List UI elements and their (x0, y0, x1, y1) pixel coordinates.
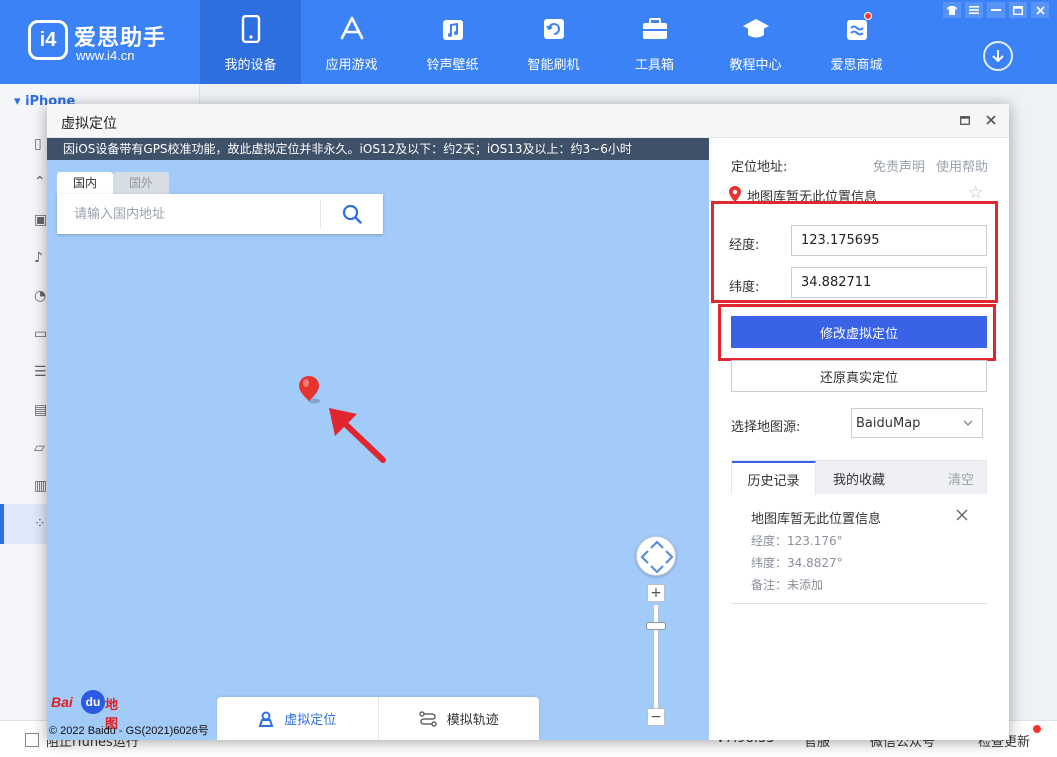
favorite-star-icon[interactable]: ☆ (968, 183, 983, 203)
maximize-icon[interactable] (957, 112, 973, 128)
nav-item-my-device[interactable]: 我的设备 (200, 0, 301, 84)
virtual-location-dialog: 虚拟定位 因iOS设备带有GPS校准功能，故此虚拟定位并非永久。iOS12及以下… (47, 104, 1009, 740)
graduation-cap-icon (741, 14, 771, 44)
top-app-bar: i4 爱思助手 www.i4.cn 我的设备 应用游戏 铃声壁纸 智能刷机 工具… (0, 0, 1057, 84)
chevron-down-icon (963, 420, 973, 426)
location-pin-icon[interactable] (297, 374, 323, 406)
gps-notice-banner: 因iOS设备带有GPS校准功能，故此虚拟定位并非永久。iOS12及以下：约2天；… (47, 138, 709, 160)
history-tabs: 历史记录 我的收藏 清空 (731, 460, 987, 495)
zoom-in-button[interactable]: + (647, 584, 665, 602)
user-location-icon (258, 711, 274, 727)
modify-virtual-location-button[interactable]: 修改虚拟定位 (731, 316, 987, 348)
disclaimer-link[interactable]: 免责声明 (873, 156, 925, 175)
tab-domestic[interactable]: 国内 (57, 172, 114, 194)
history-item-title[interactable]: 地图库暂无此位置信息 (751, 508, 881, 527)
close-icon[interactable] (983, 112, 999, 128)
region-tabs: 国内 国外 (57, 172, 170, 194)
baidu-map-logo: Bai du 地图 (51, 690, 129, 732)
download-icon[interactable] (983, 41, 1013, 71)
baidu-logo-bai: Bai (51, 694, 73, 710)
map-source-select[interactable]: BaiduMap (851, 408, 983, 438)
map-copyright: © 2022 Baidu - GS(2021)6026号 (49, 725, 209, 737)
maximize-icon[interactable] (1009, 2, 1027, 18)
location-panel: 定位地址: 免责声明 使用帮助 地图库暂无此位置信息 ☆ 经度: 纬度: 修改虚… (709, 138, 1009, 740)
update-notification-dot (1033, 725, 1041, 733)
address-search (57, 194, 383, 234)
shirt-icon[interactable] (943, 2, 961, 18)
app-url: www.i4.cn (76, 48, 135, 63)
tab-simulate-track[interactable]: 模拟轨迹 (377, 697, 540, 740)
history-item-longitude: 经度：123.176° (751, 534, 843, 548)
help-link[interactable]: 使用帮助 (936, 156, 988, 175)
zoom-slider-track[interactable] (653, 604, 659, 710)
history-list: 地图库暂无此位置信息 经度：123.176° 纬度：34.8827° 备注：未添… (731, 494, 987, 604)
app-logo[interactable]: i4 爱思助手 www.i4.cn (28, 18, 168, 68)
tab-label: 虚拟定位 (284, 713, 337, 728)
location-pin-icon (729, 186, 741, 202)
map-view[interactable]: 因iOS设备带有GPS校准功能，故此虚拟定位并非永久。iOS12及以下：约2天；… (47, 138, 709, 740)
phone-icon (236, 14, 266, 44)
sidebar-active-indicator (0, 504, 4, 544)
store-icon (842, 12, 872, 44)
refresh-icon (539, 14, 569, 44)
tab-virtual-location[interactable]: 虚拟定位 (217, 697, 378, 740)
baidu-paw-icon: du (81, 690, 105, 714)
zoom-slider-thumb[interactable] (646, 622, 666, 630)
history-item-latitude: 纬度：34.8827° (751, 556, 843, 570)
mode-tabs: 虚拟定位 模拟轨迹 (217, 697, 539, 740)
toolbox-icon (640, 14, 670, 44)
nav-item-apps-games[interactable]: 应用游戏 (301, 0, 402, 84)
latitude-label: 纬度: (729, 280, 760, 295)
restore-real-location-button[interactable]: 还原真实定位 (731, 360, 987, 392)
nav-label: 应用游戏 (325, 58, 378, 73)
nav-item-tutorials[interactable]: 教程中心 (705, 0, 806, 84)
nav-item-ringtones[interactable]: 铃声壁纸 (402, 0, 503, 84)
longitude-input[interactable] (791, 225, 987, 256)
history-item-note: 备注：未添加 (751, 578, 824, 592)
pan-arrows-icon (640, 540, 674, 574)
map-source-label: 选择地图源: (731, 420, 801, 435)
app-store-icon (337, 14, 367, 44)
notification-dot (863, 12, 872, 20)
nav-label: 铃声壁纸 (426, 58, 479, 73)
dialog-title: 虚拟定位 (61, 116, 117, 132)
search-icon[interactable] (321, 194, 383, 234)
map-source-value: BaiduMap (856, 415, 921, 431)
nav-item-toolbox[interactable]: 工具箱 (604, 0, 705, 84)
longitude-label: 经度: (729, 238, 760, 253)
nav-label: 爱思商城 (830, 58, 883, 73)
nav-label: 工具箱 (634, 58, 674, 73)
close-icon[interactable] (1031, 2, 1049, 18)
nav-item-store[interactable]: 爱思商城 (806, 0, 907, 84)
red-arrow-annotation (325, 404, 391, 466)
map-pan-control[interactable] (636, 536, 676, 576)
zoom-out-button[interactable]: − (647, 708, 665, 726)
minimize-icon[interactable] (987, 2, 1005, 18)
tab-favorites[interactable]: 我的收藏 (816, 461, 902, 495)
i4-logo-icon: i4 (28, 20, 68, 60)
clear-history-button[interactable]: 清空 (902, 461, 984, 495)
window-controls (943, 2, 1049, 18)
address-search-input[interactable] (57, 194, 319, 234)
itunes-block-checkbox[interactable] (25, 733, 39, 747)
location-label: 定位地址: (731, 160, 788, 175)
tab-foreign[interactable]: 国外 (113, 172, 170, 194)
tab-history[interactable]: 历史记录 (732, 461, 816, 495)
tab-label: 模拟轨迹 (446, 713, 499, 728)
nav-label: 教程中心 (729, 58, 782, 73)
latitude-input[interactable] (791, 267, 987, 298)
nav-label: 智能刷机 (527, 58, 580, 73)
main-nav: 我的设备 应用游戏 铃声壁纸 智能刷机 工具箱 教程中心 爱思商城 (200, 0, 907, 84)
route-icon (418, 710, 437, 727)
music-icon (438, 14, 468, 44)
nav-item-flash[interactable]: 智能刷机 (503, 0, 604, 84)
close-icon[interactable] (955, 508, 969, 522)
dialog-header: 虚拟定位 (47, 104, 1009, 138)
menu-icon[interactable] (965, 2, 983, 18)
nav-label: 我的设备 (224, 58, 277, 73)
